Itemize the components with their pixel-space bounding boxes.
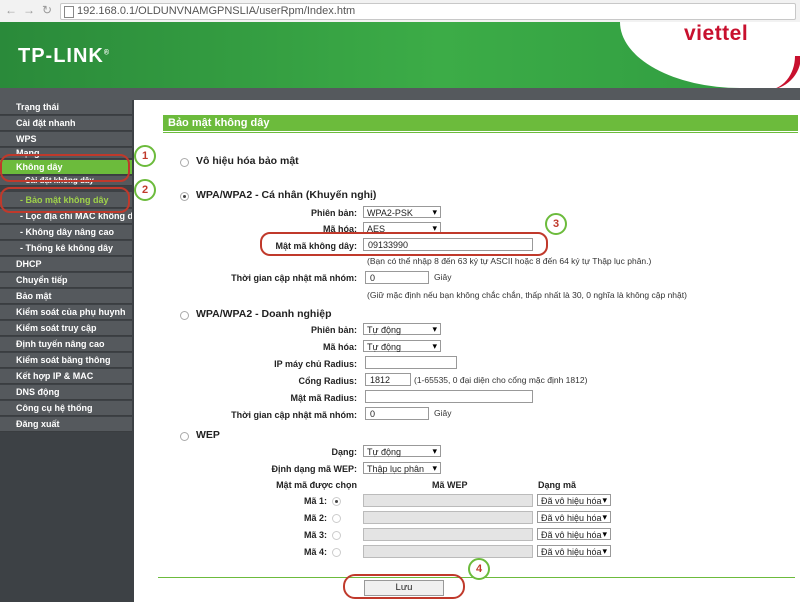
sidebar-item-parental-control[interactable]: Kiểm soát của phụ huynh	[0, 305, 132, 320]
sidebar-item-access-control[interactable]: Kiểm soát truy cập	[0, 321, 132, 336]
sidebar-item-logout[interactable]: Đăng xuất	[0, 417, 132, 432]
wep-key2-radio[interactable]	[332, 514, 341, 523]
password-hint: (Bạn có thể nhập 8 đến 63 ký tự ASCII ho…	[367, 256, 652, 266]
annotation-ring-2	[0, 187, 130, 213]
sidebar-item-system-tools[interactable]: Công cụ hệ thống	[0, 401, 132, 416]
annotation-number-1: 1	[134, 145, 156, 167]
disable-security-radio[interactable]	[180, 158, 189, 167]
wep-key1-type-select[interactable]: Đã vô hiệu hóa	[537, 494, 611, 506]
forward-icon[interactable]: →	[22, 3, 36, 17]
wep-col-selected: Mật mã được chọn	[276, 480, 357, 490]
wep-type-label: Dạng:	[331, 447, 358, 457]
wep-col-type: Dạng mã	[538, 480, 577, 490]
url-text: 192.168.0.1/OLDUNVNAMGPNSLIA/userRpm/Ind…	[77, 5, 356, 17]
wep-key4-type-select[interactable]: Đã vô hiệu hóa	[537, 545, 611, 557]
wep-key3-label: Mã 3:	[303, 530, 327, 540]
disable-security-label: Vô hiệu hóa bảo mật	[196, 155, 299, 167]
annotation-number-3: 3	[545, 213, 567, 235]
wep-format-select[interactable]: Thập lục phân	[363, 462, 441, 474]
sidebar-item-wps[interactable]: WPS	[0, 132, 132, 147]
wep-radio[interactable]	[180, 432, 189, 441]
viettel-logo: viettel	[684, 22, 749, 45]
wep-key4-label: Mã 4:	[303, 547, 327, 557]
wep-key1-input[interactable]	[363, 494, 533, 507]
router-header: TP-LINK® viettel	[0, 22, 800, 90]
sidebar-item-security[interactable]: Bảo mật	[0, 289, 132, 304]
annotation-ring-1	[0, 154, 130, 182]
wep-key2-input[interactable]	[363, 511, 533, 524]
ent-group-key-unit: Giây	[434, 408, 452, 418]
ent-version-select[interactable]: Tự động	[363, 323, 441, 335]
radius-password-input[interactable]	[365, 390, 533, 403]
reload-icon[interactable]: ↻	[40, 3, 54, 17]
sidebar-item-status[interactable]: Trạng thái	[0, 100, 132, 115]
wpa-personal-label: WPA/WPA2 - Cá nhân (Khuyến nghị)	[196, 189, 377, 201]
sidebar-item-advanced-routing[interactable]: Định tuyến nâng cao	[0, 337, 132, 352]
ent-encryption-select[interactable]: Tự động	[363, 340, 441, 352]
wep-key3-radio[interactable]	[332, 531, 341, 540]
wpa-personal-radio[interactable]	[180, 192, 189, 201]
wep-key3-input[interactable]	[363, 528, 533, 541]
ent-group-key-label: Thời gian cập nhật mã nhóm:	[231, 410, 357, 420]
page-icon	[64, 6, 74, 18]
wep-key1-radio[interactable]	[332, 497, 341, 506]
wep-type-select[interactable]: Tự động	[363, 445, 441, 457]
title-underline	[163, 132, 798, 133]
ent-encryption-label: Mã hóa:	[322, 342, 357, 352]
page-title: Bảo mật không dây	[168, 117, 270, 129]
annotation-number-4: 4	[468, 558, 490, 580]
wep-key2-label: Mã 2:	[303, 513, 327, 523]
radius-password-label: Mật mã Radius:	[290, 393, 357, 403]
group-key-hint: (Giữ mặc định nếu bạn không chắc chắn, t…	[367, 290, 687, 300]
wep-label: WEP	[196, 429, 220, 441]
sidebar-item-bandwidth-control[interactable]: Kiểm soát băng thông	[0, 353, 132, 368]
wpa-version-label: Phiên bản:	[310, 208, 357, 218]
sidebar-item-wireless-stats[interactable]: - Thống kê không dây	[0, 241, 132, 256]
annotation-ring-4	[343, 574, 465, 599]
group-key-unit: Giây	[434, 272, 452, 282]
radius-port-hint: (1-65535, 0 đại diện cho cổng mặc định 1…	[414, 375, 588, 385]
wpa-version-select[interactable]: WPA2-PSK	[363, 206, 441, 218]
address-bar[interactable]: 192.168.0.1/OLDUNVNAMGPNSLIA/userRpm/Ind…	[60, 3, 796, 20]
sidebar-item-forwarding[interactable]: Chuyển tiếp	[0, 273, 132, 288]
radius-ip-label: IP máy chủ Radius:	[274, 359, 357, 369]
group-key-label: Thời gian cập nhật mã nhóm:	[231, 273, 357, 283]
sidebar-item-dhcp[interactable]: DHCP	[0, 257, 132, 272]
header-divider	[0, 88, 800, 100]
sidebar-item-ip-mac-binding[interactable]: Kết hợp IP & MAC	[0, 369, 132, 384]
sidebar-item-wireless-advanced[interactable]: - Không dây nâng cao	[0, 225, 132, 240]
radius-port-input[interactable]: 1812	[365, 373, 411, 386]
wep-key3-type-select[interactable]: Đã vô hiệu hóa	[537, 528, 611, 540]
radius-port-label: Cổng Radius:	[298, 376, 358, 386]
annotation-ring-3	[260, 232, 548, 256]
radius-ip-input[interactable]	[365, 356, 457, 369]
browser-toolbar: ← → ↻ 192.168.0.1/OLDUNVNAMGPNSLIA/userR…	[0, 0, 800, 23]
ent-version-label: Phiên bản:	[310, 325, 357, 335]
wep-key1-label: Mã 1:	[303, 496, 327, 506]
sidebar-item-ddns[interactable]: DNS động	[0, 385, 132, 400]
back-icon[interactable]: ←	[4, 3, 18, 17]
wep-col-key: Mã WEP	[432, 480, 468, 490]
wep-format-label: Định dạng mã WEP:	[271, 464, 358, 474]
wep-key2-type-select[interactable]: Đã vô hiệu hóa	[537, 511, 611, 523]
wep-key4-input[interactable]	[363, 545, 533, 558]
group-key-input[interactable]: 0	[365, 271, 429, 284]
wpa-enterprise-radio[interactable]	[180, 311, 189, 320]
wpa-enterprise-label: WPA/WPA2 - Doanh nghiệp	[196, 308, 332, 320]
annotation-number-2: 2	[134, 179, 156, 201]
sidebar-item-quick-setup[interactable]: Cài đặt nhanh	[0, 116, 132, 131]
tplink-logo: TP-LINK®	[18, 45, 111, 67]
wep-key4-radio[interactable]	[332, 548, 341, 557]
ent-group-key-input[interactable]: 0	[365, 407, 429, 420]
